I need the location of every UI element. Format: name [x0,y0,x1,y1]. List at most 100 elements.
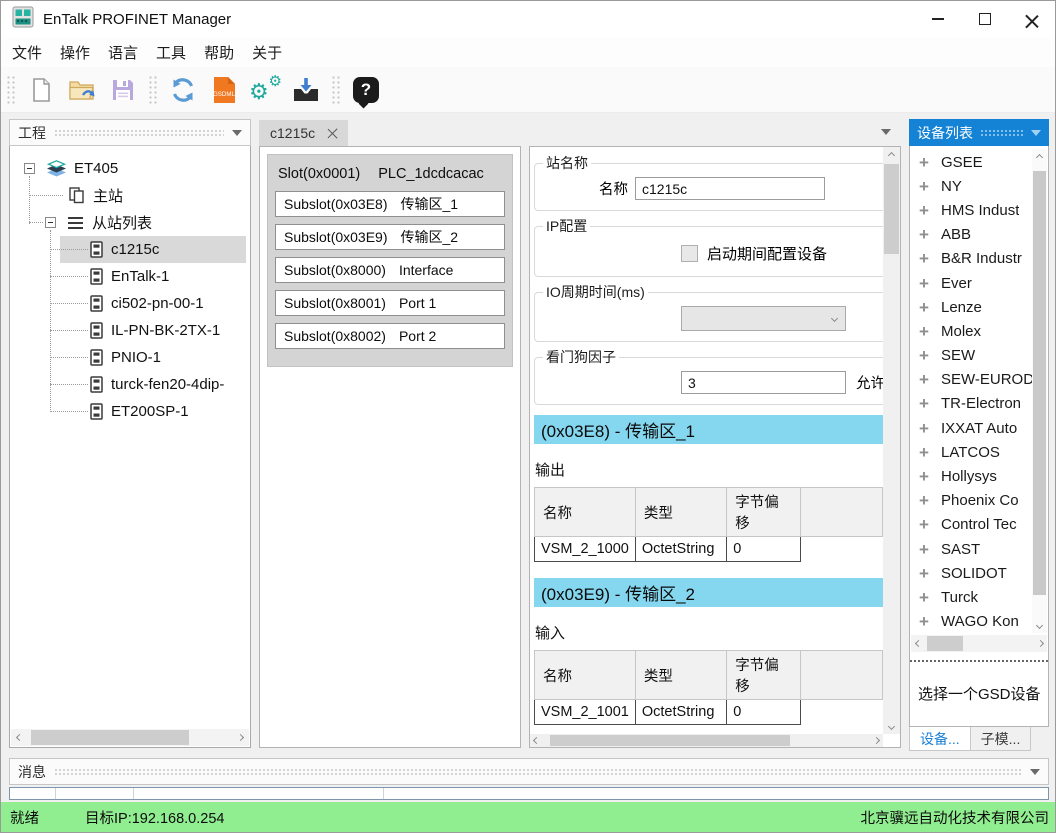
vendor-item[interactable]: + Ever [910,271,1048,295]
menu-item[interactable]: 关于 [243,42,291,63]
tree-item-root[interactable]: ET405 [10,155,250,182]
subslot-row[interactable]: Subslot(0x8001) Port 1 [275,290,505,316]
expand-icon[interactable]: + [919,444,932,461]
tab-submodules[interactable]: 子模... [971,727,1032,751]
scroll-thumb[interactable] [1033,171,1046,595]
vendor-item[interactable]: + ABB [910,223,1048,247]
panel-dropdown-icon[interactable] [1031,130,1041,136]
menu-item[interactable]: 工具 [147,42,195,63]
expand-icon[interactable]: + [919,202,932,219]
slot-box[interactable]: Slot(0x0001) PLC_1dcdcacac Subslot(0x03E… [267,154,513,367]
panel-splitter[interactable] [910,660,1048,662]
collapse-icon[interactable] [24,163,35,174]
station-name-input[interactable] [635,177,825,200]
slot-header[interactable]: Slot(0x0001) PLC_1dcdcacac [268,155,512,191]
table-row[interactable]: VSM_2_1001 OctetString 0 [535,700,883,725]
refresh-button[interactable] [165,72,201,108]
expand-icon[interactable]: + [919,565,932,582]
scroll-right-icon[interactable] [232,729,249,746]
subslot-row[interactable]: Subslot(0x03E8) 传输区_1 [275,191,505,217]
vendor-item[interactable]: + SAST [910,537,1048,561]
device-panel-header[interactable]: 设备列表 [909,119,1049,146]
vendor-item[interactable]: + LATCOS [910,440,1048,464]
tree-item-slave[interactable]: PNIO-1 [10,344,250,371]
expand-icon[interactable]: + [919,420,932,437]
tree-item-slave[interactable]: ET200SP-1 [10,398,250,425]
settings-button[interactable]: ⚙⚙ [247,72,283,108]
close-button[interactable] [1008,1,1055,37]
scroll-thumb[interactable] [927,636,963,651]
scroll-left-icon[interactable] [911,635,925,652]
config-hscrollbar[interactable] [530,734,883,747]
expand-icon[interactable]: + [919,347,932,364]
vendor-item[interactable]: + SEW [910,344,1048,368]
menu-item[interactable]: 语言 [99,42,147,63]
panel-dropdown-icon[interactable] [1030,769,1040,775]
download-button[interactable] [288,72,324,108]
expand-icon[interactable]: + [919,395,932,412]
menu-item[interactable]: 帮助 [195,42,243,63]
configure-at-startup-checkbox[interactable] [681,245,698,262]
vendor-item[interactable]: + Phoenix Co [910,489,1048,513]
vendor-item[interactable]: + Hollysys [910,464,1048,488]
panel-dropdown-icon[interactable] [232,130,242,136]
document-tab[interactable]: c1215c [259,120,348,146]
project-panel-header[interactable]: 工程 [9,119,251,146]
tree-item-master[interactable]: 主站 [10,182,250,209]
vendor-item[interactable]: + Lenze [910,295,1048,319]
help-button[interactable]: ? [348,72,384,108]
expand-icon[interactable]: + [919,516,932,533]
vendor-item[interactable]: + B&R Industr [910,247,1048,271]
subslot-row[interactable]: Subslot(0x8000) Interface [275,257,505,283]
vendor-item[interactable]: + TR-Electron [910,392,1048,416]
watchdog-input[interactable] [681,371,846,394]
panel-drag-handle[interactable] [54,768,1022,776]
tab-close-icon[interactable] [327,128,337,138]
scroll-up-icon[interactable] [1032,149,1047,165]
expand-icon[interactable]: + [919,371,932,388]
vendor-item[interactable]: + Molex [910,319,1048,343]
scroll-up-icon[interactable] [883,147,900,163]
vendor-item[interactable]: + IXXAT Auto [910,416,1048,440]
expand-icon[interactable]: + [919,468,932,485]
vendor-item[interactable]: + SOLIDOT [910,561,1048,585]
expand-icon[interactable]: + [919,226,932,243]
message-panel-header[interactable]: 消息 [9,758,1049,785]
expand-icon[interactable]: + [919,250,932,267]
vendor-item[interactable]: + GSEE [910,150,1048,174]
tree-item-slave[interactable]: turck-fen20-4dip- [10,371,250,398]
scroll-down-icon[interactable] [1032,617,1047,633]
vendor-item[interactable]: + Turck [910,585,1048,609]
io-cycle-select[interactable] [681,306,846,331]
vendor-item[interactable]: + WAGO Kon [910,610,1048,634]
expand-icon[interactable]: + [919,275,932,292]
config-vscrollbar[interactable] [883,147,900,734]
scroll-thumb[interactable] [31,730,189,745]
expand-icon[interactable]: + [919,299,932,316]
subslot-row[interactable]: Subslot(0x8002) Port 2 [275,323,505,349]
scroll-left-icon[interactable] [11,729,28,746]
tree-item-slave[interactable]: IL-PN-BK-2TX-1 [10,317,250,344]
minimize-button[interactable] [914,1,961,37]
tree-item-slave-list[interactable]: 从站列表 [10,209,250,236]
open-project-button[interactable] [64,72,100,108]
device-hscrollbar[interactable] [911,635,1047,652]
expand-icon[interactable]: + [919,492,932,509]
tree-item-slave[interactable]: ci502-pn-00-1 [10,290,250,317]
maximize-button[interactable] [961,1,1008,37]
scroll-thumb[interactable] [550,735,790,746]
menu-item[interactable]: 文件 [3,42,51,63]
panel-drag-handle[interactable] [980,129,1024,137]
vendor-item[interactable]: + SEW-EUROD [910,368,1048,392]
scroll-down-icon[interactable] [883,718,900,734]
scroll-right-icon[interactable] [870,734,883,747]
tree-item-slave[interactable]: EnTalk-1 [10,263,250,290]
vendor-item[interactable]: + HMS Indust [910,198,1048,222]
expand-icon[interactable]: + [919,541,932,558]
project-hscrollbar[interactable] [11,729,249,746]
expand-icon[interactable]: + [919,613,932,630]
table-row[interactable]: VSM_2_1000 OctetString 0 [535,537,883,562]
vendor-item[interactable]: + NY [910,174,1048,198]
device-vscrollbar[interactable] [1032,149,1047,633]
subslot-row[interactable]: Subslot(0x03E9) 传输区_2 [275,224,505,250]
